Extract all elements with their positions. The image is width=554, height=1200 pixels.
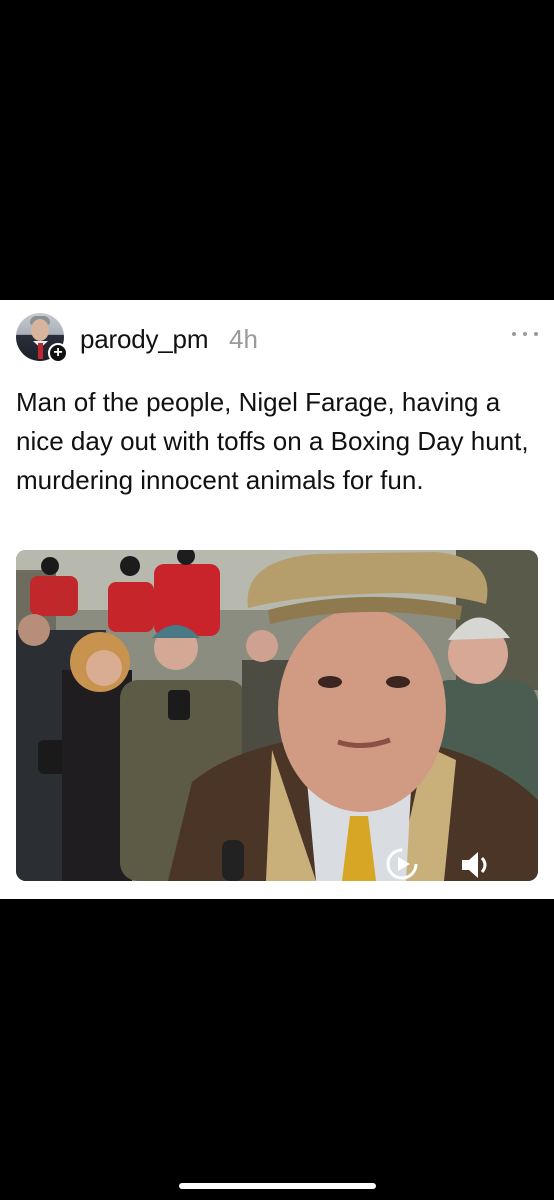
username[interactable]: parody_pm [80, 324, 208, 355]
face [278, 608, 446, 812]
right-eye [386, 676, 410, 688]
more-dot [512, 332, 516, 336]
photographer-face [18, 614, 50, 646]
woman-face [86, 650, 122, 686]
avatar-face [31, 319, 49, 341]
more-dot [534, 332, 538, 336]
timestamp: 4h [229, 324, 258, 354]
follow-button[interactable]: + [48, 343, 68, 363]
avatar-tie [38, 343, 43, 359]
huntsman-hat [120, 556, 140, 576]
more-horizontal-icon[interactable] [512, 327, 538, 341]
post-card: + parody_pm 4h Man of the people, Nigel … [0, 300, 554, 899]
left-eye [318, 676, 342, 688]
huntsman-red-coat [108, 582, 154, 632]
video-player[interactable] [16, 550, 538, 881]
microphone [222, 840, 244, 881]
speaker-icon[interactable] [460, 850, 494, 880]
huntsman-red-coat [154, 564, 220, 636]
post-header: + parody_pm 4h [16, 313, 538, 363]
crowd-face [246, 630, 278, 662]
more-dot [523, 332, 527, 336]
huntsman-red-coat [30, 576, 78, 616]
post-text: Man of the people, Nigel Farage, having … [16, 387, 529, 495]
replay-icon[interactable] [384, 846, 420, 881]
home-indicator[interactable] [179, 1183, 376, 1189]
video-frame [16, 550, 538, 881]
huntsman-hat [41, 557, 59, 575]
phone [168, 690, 190, 720]
